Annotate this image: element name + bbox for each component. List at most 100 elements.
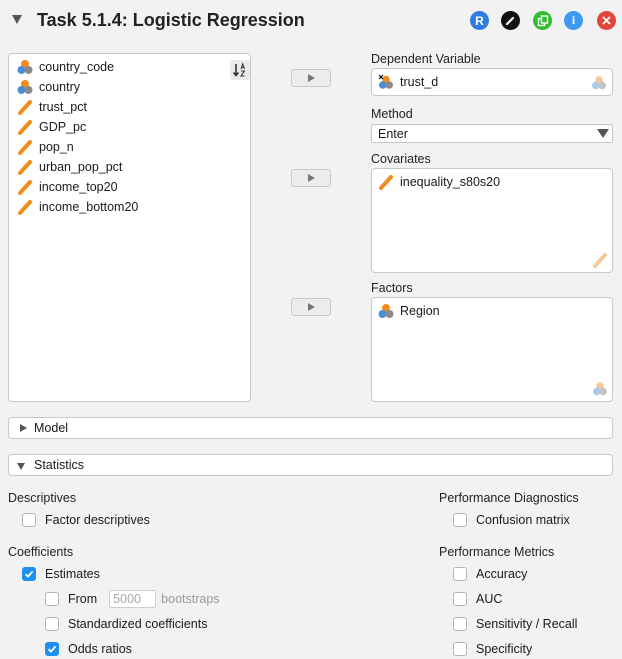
from-checkbox[interactable] [45,592,59,606]
factor-descriptives-option[interactable]: Factor descriptives [22,511,150,529]
chevron-down-icon [17,463,25,470]
scale-icon [18,160,32,175]
covariate-item[interactable]: inequality_s80s20 [378,174,500,190]
dependent-variable-box[interactable]: trust_d [371,68,613,96]
method-label: Method [371,107,413,121]
nominal-type-icon [592,76,606,90]
method-select[interactable]: Enter [371,124,613,143]
sort-button[interactable] [230,60,250,80]
variable-label: income_bottom20 [39,200,139,214]
scale-icon [18,100,32,115]
covariates-label: Covariates [371,152,431,166]
covariate-label: inequality_s80s20 [400,175,501,189]
dependent-variable-value: trust_d [400,75,439,89]
scale-icon [18,180,32,195]
factors-box[interactable]: Region [371,297,613,402]
nominal-icon [378,74,393,89]
variable-label: income_top20 [39,180,118,194]
odds-ratios-option[interactable]: Odds ratios [45,640,132,658]
variable-item[interactable]: pop_n [17,137,74,157]
factor-label: Region [400,304,440,318]
model-section-toggle[interactable]: Model [8,417,613,439]
factor-descriptives-checkbox[interactable] [22,513,36,527]
nominal-text-icon [17,60,33,74]
variable-label: country [39,80,80,94]
sort-alpha-icon [232,62,246,77]
duplicate-button[interactable] [533,11,552,30]
assign-dependent-button[interactable] [291,69,331,87]
performance-metrics-title: Performance Metrics [439,545,555,559]
page-title: Task 5.1.4: Logistic Regression [37,10,305,30]
variables-list[interactable]: country_code country trust_pct GDP_pc po… [8,53,251,402]
edit-title-button[interactable] [501,11,520,30]
variable-item[interactable]: country_code [17,57,114,77]
factors-label: Factors [371,281,413,295]
variable-item[interactable]: trust_pct [17,97,87,117]
chevron-right-icon [20,424,27,432]
dependent-variable-item[interactable]: trust_d [378,74,438,90]
accuracy-label: Accuracy [476,567,528,581]
scale-type-icon [593,253,607,268]
factor-item[interactable]: Region [378,303,440,319]
statistics-section-toggle[interactable]: Statistics [8,454,613,476]
standardized-coefficients-checkbox[interactable] [45,617,59,631]
scale-icon [18,200,32,215]
estimates-option[interactable]: Estimates [22,565,100,583]
r-icon: R [475,13,484,28]
sensitivity-recall-option[interactable]: Sensitivity / Recall [453,615,577,633]
variable-item[interactable]: urban_pop_pct [17,157,122,177]
standardized-coefficients-label: Standardized coefficients [68,617,208,631]
collapse-arrow-icon[interactable] [12,15,22,24]
play-arrow-icon [307,303,315,311]
accuracy-option[interactable]: Accuracy [453,565,527,583]
specificity-label: Specificity [476,642,533,656]
specificity-option[interactable]: Specificity [453,640,532,658]
estimates-checkbox[interactable] [22,567,36,581]
duplicate-icon [537,14,548,26]
auc-option[interactable]: AUC [453,590,502,608]
confusion-matrix-option[interactable]: Confusion matrix [453,511,570,529]
method-value: Enter [378,127,408,141]
r-syntax-button[interactable]: R [470,11,489,30]
close-icon [602,16,611,25]
standardized-coefficients-option[interactable]: Standardized coefficients [45,615,207,633]
pencil-icon [505,16,515,26]
bootstraps-option[interactable]: From 5000 bootstraps [45,590,220,608]
assign-factor-button[interactable] [291,298,331,316]
covariates-box[interactable]: inequality_s80s20 [371,168,613,273]
variable-item[interactable]: GDP_pc [17,117,86,137]
descriptives-title: Descriptives [8,491,77,505]
variable-item[interactable]: income_top20 [17,177,118,197]
scale-icon [379,175,393,190]
variable-item[interactable]: income_bottom20 [17,197,138,217]
nominal-type-icon [593,382,607,396]
coefficients-title: Coefficients [8,545,74,559]
check-icon [24,570,34,578]
variable-label: country_code [39,60,115,74]
bootstraps-input[interactable]: 5000 [109,590,157,608]
check-icon [47,645,57,653]
auc-checkbox[interactable] [453,592,467,606]
sensitivity-recall-checkbox[interactable] [453,617,467,631]
sensitivity-recall-label: Sensitivity / Recall [476,617,578,631]
scale-icon [18,140,32,155]
variable-label: GDP_pc [39,120,87,134]
play-arrow-icon [307,174,315,182]
factor-descriptives-label: Factor descriptives [45,513,150,527]
odds-ratios-checkbox[interactable] [45,642,59,656]
close-button[interactable] [597,11,616,30]
confusion-matrix-checkbox[interactable] [453,513,467,527]
chevron-down-icon [597,129,609,138]
nominal-text-icon [17,80,33,94]
statistics-section-label: Statistics [34,458,85,472]
accuracy-checkbox[interactable] [453,567,467,581]
dependent-variable-label: Dependent Variable [371,52,481,66]
header: Task 5.1.4: Logistic Regression R i [0,0,622,42]
variable-item[interactable]: country [17,77,80,97]
auc-label: AUC [476,592,503,606]
specificity-checkbox[interactable] [453,642,467,656]
assign-covariate-button[interactable] [291,169,331,187]
info-button[interactable]: i [564,11,583,30]
variable-label: pop_n [39,140,74,154]
performance-diagnostics-title: Performance Diagnostics [439,491,579,505]
